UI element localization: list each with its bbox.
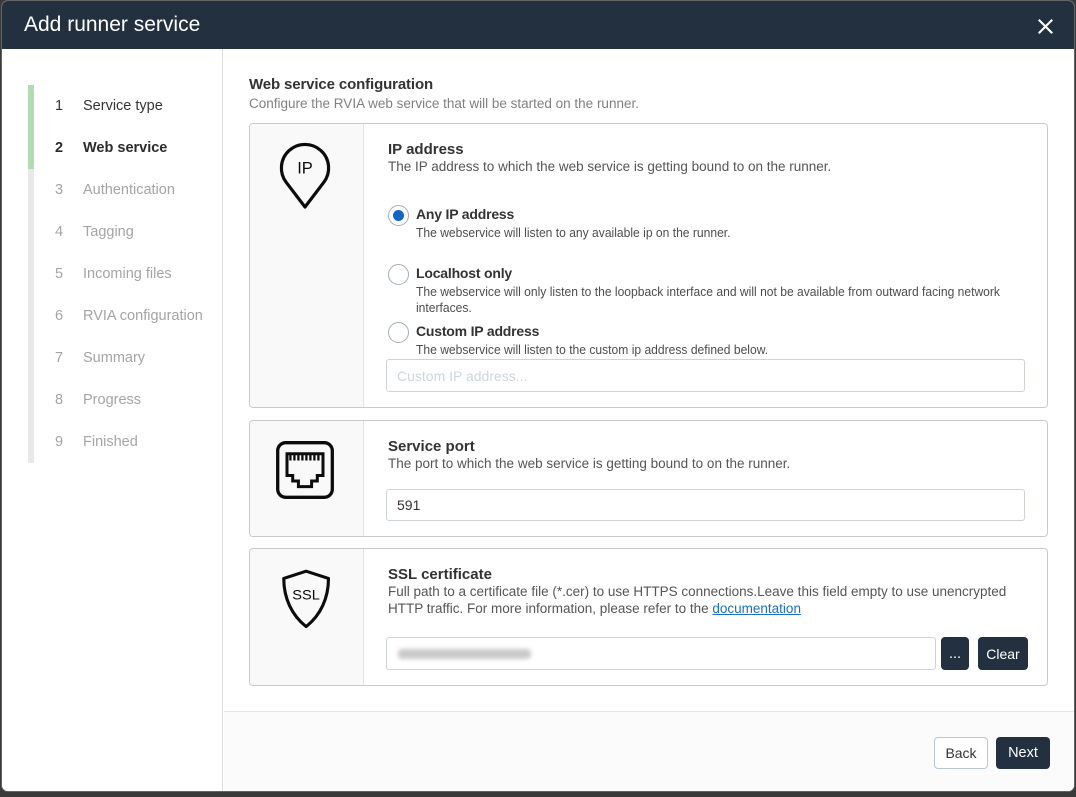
svg-text:IP: IP	[297, 160, 313, 178]
svg-text:SSL: SSL	[292, 588, 320, 604]
